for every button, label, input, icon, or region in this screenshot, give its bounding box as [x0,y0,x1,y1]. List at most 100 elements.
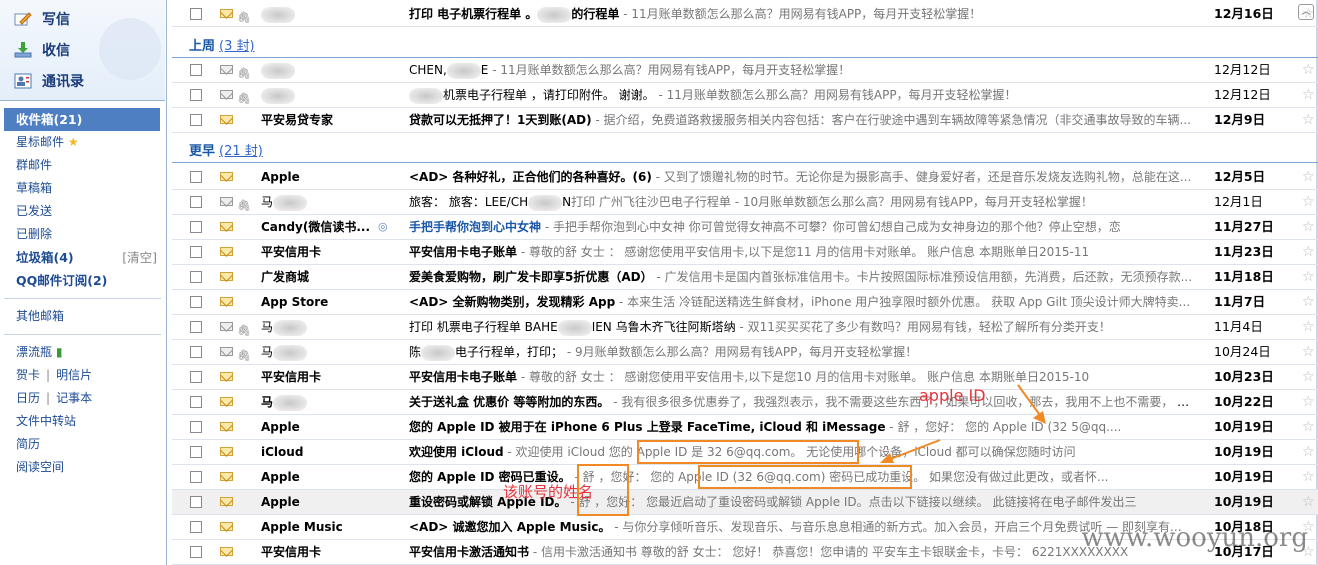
email-subject[interactable]: 贷款可以无抵押了！1天到账(AD) - 据介绍，免费道路救援服务相关内容包括：客… [409,108,1199,132]
folder-deleted[interactable]: 已删除 [0,223,165,246]
email-subject[interactable]: <AD> 各种好礼，正合他们的各种喜好。(6) - 又到了馈赠礼物的时节。无论你… [409,165,1199,189]
star-icon[interactable]: ☆ [1302,83,1315,107]
notes-link[interactable]: 记事本 [56,391,92,405]
row-checkbox[interactable] [190,114,202,126]
group-earlier: 更早 (21 封) [172,137,1318,163]
star-icon[interactable]: ☆ [1302,108,1315,132]
email-row[interactable]: 平安信用卡 平安信用卡电子账单 - 尊敬的舒 女士 ： 感谢您使用平安信用卡,以下… [172,240,1318,265]
row-checkbox[interactable] [190,346,202,358]
star-icon[interactable]: ☆ [1302,2,1315,26]
star-icon[interactable]: ☆ [1302,240,1315,264]
folder-other-mailboxes[interactable]: 其他邮箱 [0,305,165,328]
email-row[interactable]: 🖇 马旅客： 旅客：LEE/CH N打印 广州飞往沙巴电子行程单 - 10月账单数额… [172,190,1318,215]
star-icon[interactable]: ☆ [1302,165,1315,189]
star-icon[interactable]: ☆ [1302,365,1315,389]
folder-starred[interactable]: 星标邮件 ★ [0,131,165,154]
row-checkbox[interactable] [190,396,202,408]
email-subject[interactable]: 打印 机票电子行程单 BAHE IEN 乌鲁木齐飞往阿斯塔纳 - 双11买买买花了… [409,315,1199,339]
email-sender: Apple [261,490,401,514]
email-row[interactable]: Apple 重设密码或解锁 Apple ID。 - 舒 ，您好： 您最近启动了重设… [172,490,1318,515]
row-checkbox[interactable] [190,521,202,533]
row-checkbox[interactable] [190,496,202,508]
email-subject[interactable]: 打印 电子机票行程单 。 的行程单 - 11月账单数额怎么那么高？用网易有钱APP… [409,2,1199,26]
email-row[interactable]: 🖇 打印 电子机票行程单 。 的行程单 - 11月账单数额怎么那么高？用网易有钱AP… [172,2,1318,27]
redaction-blur [261,62,295,79]
row-checkbox[interactable] [190,246,202,258]
email-row[interactable]: 🖇 CHEN, E - 11月账单数额怎么那么高？用网易有钱APP，每月开支轻松掌握… [172,58,1318,83]
row-checkbox[interactable] [190,321,202,333]
redaction-blur [261,87,295,104]
star-icon[interactable]: ☆ [1302,340,1315,364]
email-row[interactable]: 🖇 机票电子行程单 ，请打印附件。 谢谢。 - 11月账单数额怎么那么高？用网易有… [172,83,1318,108]
row-checkbox[interactable] [190,171,202,183]
email-subject[interactable]: 平安信用卡电子账单 - 尊敬的舒 女士 ： 感谢您使用平安信用卡,以下是您10 … [409,365,1199,389]
star-icon[interactable]: ☆ [1302,440,1315,464]
cards-link[interactable]: 贺卡 [16,368,40,382]
row-checkbox[interactable] [190,221,202,233]
star-icon[interactable]: ☆ [1302,390,1315,414]
row-checkbox[interactable] [190,296,202,308]
star-icon[interactable]: ☆ [1302,315,1315,339]
email-row[interactable]: 平安信用卡 平安信用卡电子账单 - 尊敬的舒 女士 ： 感谢您使用平安信用卡,以下… [172,365,1318,390]
email-row[interactable]: 🖇 马陈电子行程单，打印； - 9月账单数额怎么那么高？用网易有钱APP，每月开支… [172,340,1318,365]
group-count-link[interactable]: (3 封) [219,39,255,54]
star-icon[interactable]: ☆ [1302,465,1315,489]
email-row[interactable]: 广发商城 爱美食爱购物，刷广发卡即享5折优惠（AD） - 广发信用卡是国内首张标准… [172,265,1318,290]
postcards-link[interactable]: 明信片 [56,368,92,382]
row-checkbox[interactable] [190,8,202,20]
email-subject[interactable]: 平安信用卡电子账单 - 尊敬的舒 女士 ： 感谢您使用平安信用卡,以下是您11 … [409,240,1199,264]
star-icon[interactable]: ☆ [1302,265,1315,289]
star-icon[interactable]: ☆ [1302,290,1315,314]
email-subject[interactable]: <AD> 全新购物类别，发现精彩 App - 本来生活 冷链配送精选生鲜食材，i… [409,290,1199,314]
calendar-link[interactable]: 日历 [16,391,40,405]
folder-group-mail[interactable]: 群邮件 [0,154,165,177]
email-subject[interactable]: 爱美食爱购物，刷广发卡即享5折优惠（AD） - 广发信用卡是国内首张标准信用卡。… [409,265,1199,289]
folder-inbox[interactable]: 收件箱(21) [4,108,160,131]
star-icon[interactable]: ☆ [1302,415,1315,439]
resume-link[interactable]: 简历 [0,433,165,456]
group-count-link[interactable]: (21 封) [219,144,263,159]
star-icon[interactable]: ☆ [1302,215,1315,239]
email-preview: - 舒 ，您好： 您的 Apple ID (32 5@qq.... [885,420,1122,434]
email-row[interactable]: Candy(微信读书... 手把手帮你泡到心中女神 - 手把手帮你泡到心中女神 你… [172,215,1318,240]
star-icon[interactable]: ☆ [1302,490,1315,514]
email-subject[interactable]: 关于送礼盒 优惠价 等等附加的东西。 - 我有很多很多优惠券了，我强烈表示，我不… [409,390,1199,414]
row-checkbox[interactable] [190,421,202,433]
email-sender [261,83,401,107]
email-row[interactable]: Apple 您的 Apple ID 被用于在 iPhone 6 Plus 上登录 … [172,415,1318,440]
receive-button[interactable]: 收信 [14,39,70,61]
row-checkbox[interactable] [190,271,202,283]
email-row[interactable]: 马 关于送礼盒 优惠价 等等附加的东西。 - 我有很多很多优惠券了，我强烈表示，我… [172,390,1318,415]
row-checkbox[interactable] [190,196,202,208]
clear-junk-link[interactable]: [清空] [122,246,157,269]
folder-junk[interactable]: 垃圾箱(4) [清空] [0,246,165,269]
star-icon[interactable]: ☆ [1302,58,1315,82]
folder-sent[interactable]: 已发送 [0,200,165,223]
email-row[interactable]: Apple <AD> 各种好礼，正合他们的各种喜好。(6) - 又到了馈赠礼物的时… [172,165,1318,190]
resume-label: 简历 [16,437,41,451]
email-row[interactable]: App Store <AD> 全新购物类别，发现精彩 App - 本来生活 冷链配… [172,290,1318,315]
email-subject[interactable]: 手把手帮你泡到心中女神 - 手把手帮你泡到心中女神 你可曾觉得女神高不可攀？你可… [409,215,1199,239]
folder-drafts[interactable]: 草稿箱 [0,177,165,200]
file-transfer-link[interactable]: 文件中转站 [0,410,165,433]
star-icon[interactable]: ☆ [1302,190,1315,214]
row-checkbox[interactable] [190,89,202,101]
email-subject[interactable]: 您的 Apple ID 被用于在 iPhone 6 Plus 上登录 FaceT… [409,415,1199,439]
email-subject[interactable]: 陈 电子行程单，打印； - 9月账单数额怎么那么高？用网易有钱APP，每月开支轻松… [409,340,1199,364]
folder-subscriptions[interactable]: QQ邮件订阅(2) [0,269,165,292]
calendar-row: 日历 | 记事本 [0,387,165,410]
email-row[interactable]: 平安易贷专家 贷款可以无抵押了！1天到账(AD) - 据介绍，免费道路救援服务相关… [172,108,1318,133]
row-checkbox[interactable] [190,546,202,558]
email-row[interactable]: 🖇 马打印 机票电子行程单 BAHE IEN 乌鲁木齐飞往阿斯塔纳 - 双11买买买… [172,315,1318,340]
row-checkbox[interactable] [190,371,202,383]
row-checkbox[interactable] [190,64,202,76]
compose-button[interactable]: 写信 [14,8,70,30]
email-subject[interactable]: CHEN, E - 11月账单数额怎么那么高？用网易有钱APP，每月开支轻松掌握！ [409,58,1199,82]
drift-bottle-link[interactable]: 漂流瓶 ▮ [0,341,165,364]
contacts-button[interactable]: 通讯录 [14,70,84,92]
email-subject[interactable]: 机票电子行程单 ，请打印附件。 谢谢。 - 11月账单数额怎么那么高？用网易有钱… [409,83,1199,107]
row-checkbox[interactable] [190,471,202,483]
reading-space-link[interactable]: 阅读空间 [0,456,165,479]
email-subject[interactable]: 旅客： 旅客：LEE/CH N打印 广州飞往沙巴电子行程单 - 10月账单数额怎么… [409,190,1199,214]
row-checkbox[interactable] [190,446,202,458]
